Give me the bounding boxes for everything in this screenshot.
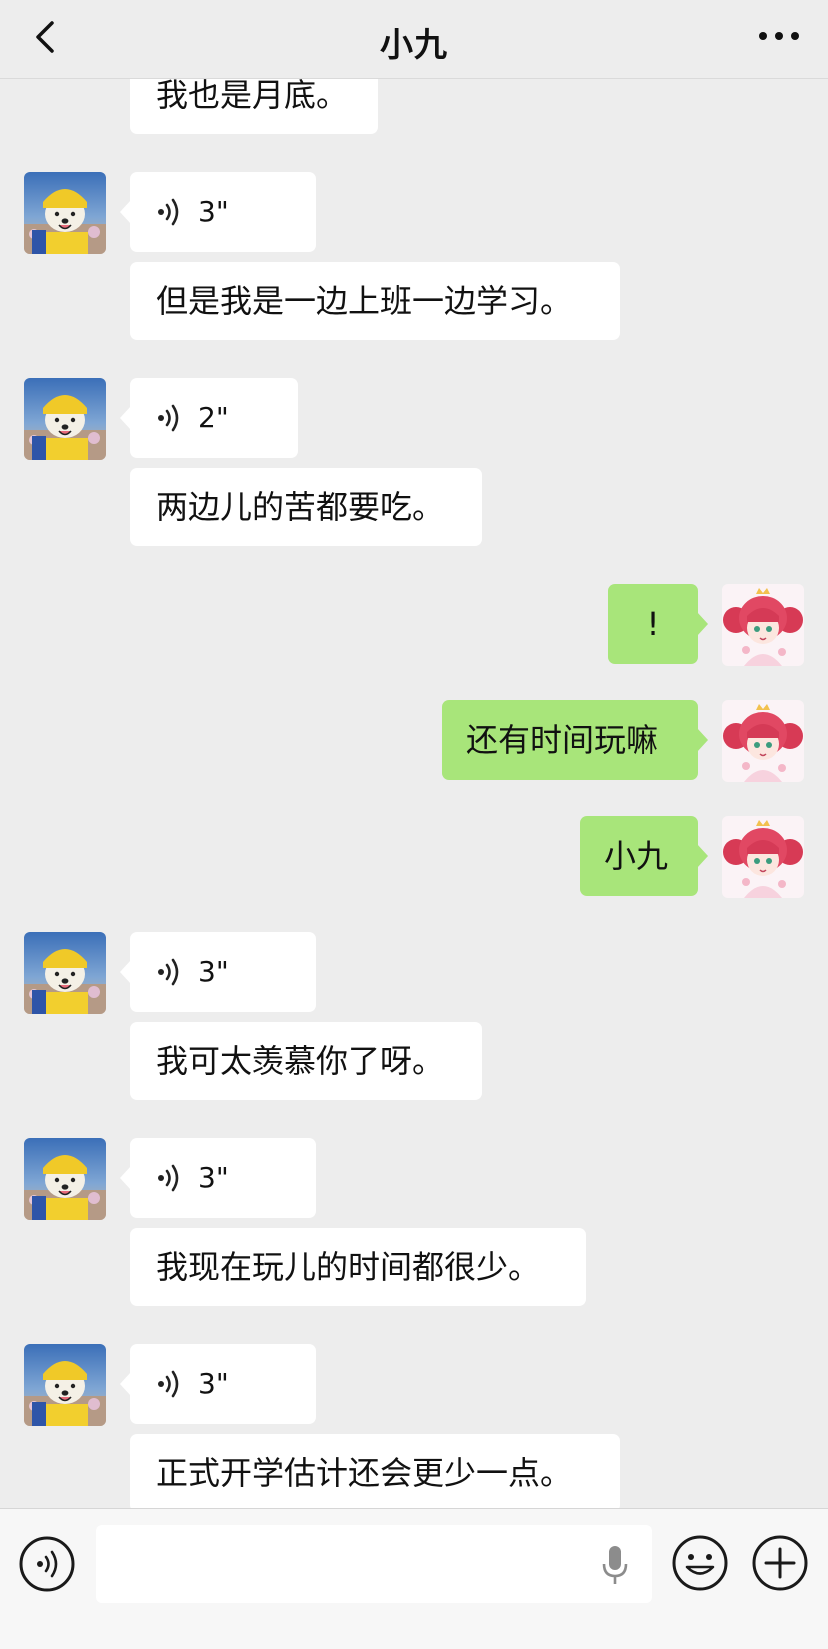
page-title: 小九: [380, 25, 448, 64]
message-text: 两边儿的苦都要吃。: [156, 488, 445, 526]
message-text: 还有时间玩嘛: [466, 721, 659, 759]
message-input[interactable]: [96, 1525, 652, 1603]
self-avatar[interactable]: [722, 816, 804, 898]
voice-message-bubble[interactable]: 3": [120, 172, 316, 252]
more-dots-icon[interactable]: [756, 18, 802, 58]
voice-message-bubble[interactable]: 3": [120, 1344, 316, 1424]
voice-duration: 3": [198, 955, 229, 988]
plus-icon[interactable]: [750, 1533, 810, 1593]
voice-message-bubble[interactable]: 3": [120, 932, 316, 1012]
message-bubble-incoming[interactable]: 我可太羡慕你了呀。: [130, 1022, 482, 1100]
message-bubble-outgoing[interactable]: !: [608, 584, 708, 664]
voice-duration: 3": [198, 1367, 229, 1400]
chat-area[interactable]: 我也是月底。 3" 但是我是一边上班一边学习。 2" 两边儿的苦都要吃。 ! 还…: [0, 0, 828, 1508]
voice-duration: 2": [198, 401, 229, 434]
voice-message-icon: [156, 1164, 186, 1192]
message-text: 正式开学估计还会更少一点。: [156, 1454, 573, 1492]
voice-duration: 3": [198, 1161, 229, 1194]
contact-avatar[interactable]: [24, 172, 106, 254]
message-bubble-incoming[interactable]: 但是我是一边上班一边学习。: [130, 262, 620, 340]
message-text: 但是我是一边上班一边学习。: [156, 282, 573, 320]
emoji-icon[interactable]: [670, 1533, 730, 1593]
contact-avatar[interactable]: [24, 1138, 106, 1220]
message-text: 我可太羡慕你了呀。: [156, 1042, 445, 1080]
self-avatar[interactable]: [722, 700, 804, 782]
message-text: !: [646, 605, 660, 643]
message-bubble-incoming[interactable]: 两边儿的苦都要吃。: [130, 468, 482, 546]
voice-message-icon: [156, 198, 186, 226]
voice-message-icon: [156, 1370, 186, 1398]
message-text: 小九: [604, 837, 669, 875]
message-text: 我现在玩儿的时间都很少。: [156, 1248, 541, 1286]
message-bubble-incoming[interactable]: 正式开学估计还会更少一点。: [130, 1434, 620, 1508]
voice-toggle-icon[interactable]: [18, 1535, 76, 1593]
message-bubble-incoming[interactable]: 我现在玩儿的时间都很少。: [130, 1228, 586, 1306]
contact-avatar[interactable]: [24, 932, 106, 1014]
self-avatar[interactable]: [722, 584, 804, 666]
contact-avatar[interactable]: [24, 378, 106, 460]
chat-header: 小九: [0, 0, 828, 79]
message-bubble-outgoing[interactable]: 还有时间玩嘛: [442, 700, 708, 780]
input-bar: [0, 1508, 828, 1649]
voice-message-icon: [156, 958, 186, 986]
voice-message-bubble[interactable]: 2": [120, 378, 298, 458]
voice-message-icon: [156, 404, 186, 432]
contact-avatar[interactable]: [24, 1344, 106, 1426]
message-bubble-outgoing[interactable]: 小九: [580, 816, 708, 896]
voice-duration: 3": [198, 195, 229, 228]
microphone-icon[interactable]: [600, 1544, 630, 1586]
voice-message-bubble[interactable]: 3": [120, 1138, 316, 1218]
message-text: 我也是月底。: [156, 76, 349, 114]
